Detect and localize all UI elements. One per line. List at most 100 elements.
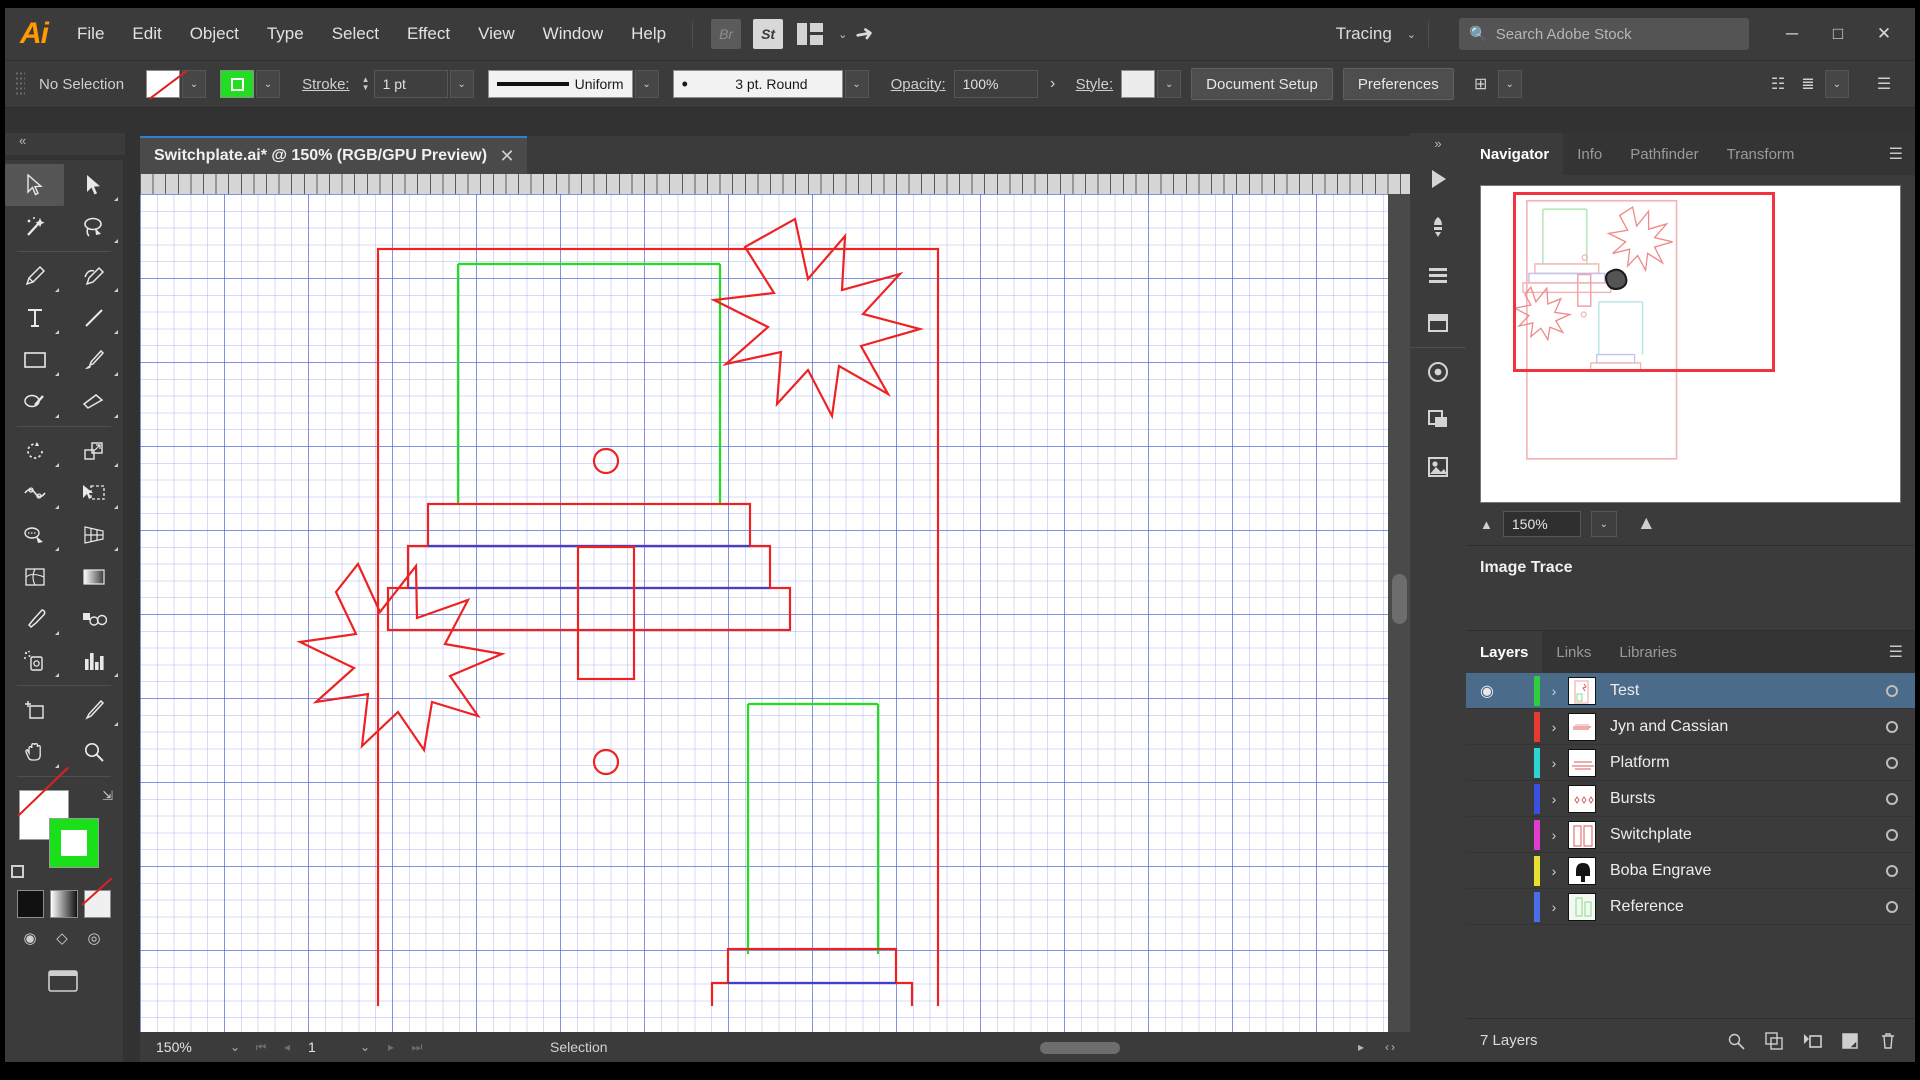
default-fill-stroke-icon[interactable] [11, 865, 24, 878]
stroke-profile-chevron-down-icon[interactable]: ⌄ [634, 70, 659, 98]
zoom-in-icon[interactable]: ▲ [1637, 513, 1656, 535]
panel-options-icon[interactable]: ☰ [1869, 69, 1899, 99]
status-scroll-right-icon[interactable]: ▸ [1348, 1040, 1374, 1054]
navigator-thumbnail[interactable] [1480, 185, 1901, 503]
stroke-weight-chevron-down-icon[interactable]: ⌄ [449, 70, 474, 98]
stroke-color-swatch[interactable] [220, 70, 255, 98]
tab-pathfinder[interactable]: Pathfinder [1616, 133, 1712, 175]
artboard-number-field[interactable]: 1 [300, 1036, 352, 1058]
stroke-green-swatch[interactable] [49, 818, 99, 868]
layer-row-boba-engrave[interactable]: › Boba Engrave [1466, 853, 1915, 889]
search-input[interactable]: 🔍 Search Adobe Stock [1459, 18, 1749, 50]
curvature-tool[interactable] [64, 255, 123, 297]
stroke-profile-select[interactable]: Uniform [487, 70, 633, 98]
layer-target-circle[interactable] [1869, 900, 1915, 913]
tab-links[interactable]: Links [1542, 631, 1605, 673]
direct-selection-tool[interactable] [64, 164, 123, 206]
navigator-zoom-chevron-down-icon[interactable]: ⌄ [1590, 511, 1617, 537]
type-tool[interactable] [5, 297, 64, 339]
blend-tool[interactable] [64, 598, 123, 640]
opacity-more-icon[interactable]: › [1038, 69, 1068, 99]
minimize-button[interactable]: ─ [1769, 14, 1815, 54]
workspace-switcher[interactable]: Tracing ⌄ 🔍 Search Adobe Stock ─ □ ✕ [1328, 14, 1915, 54]
zoom-chevron-down-icon[interactable]: ⌄ [222, 1040, 248, 1054]
opacity-label[interactable]: Opacity: [883, 76, 954, 93]
none-mode-button[interactable] [83, 890, 111, 918]
menu-help[interactable]: Help [617, 8, 680, 60]
pen-tool[interactable] [5, 255, 64, 297]
vertical-scrollbar[interactable] [1388, 194, 1410, 1032]
stroke-weight-stepper[interactable]: ▲ ▼ [358, 70, 374, 98]
menu-type[interactable]: Type [253, 8, 318, 60]
opacity-field[interactable]: 100% [953, 70, 1038, 98]
document-tab[interactable]: Switchplate.ai* @ 150% (RGB/GPU Preview)… [140, 136, 528, 174]
arrange-documents-icon[interactable] [795, 19, 825, 49]
expand-chevron-right-icon[interactable]: › [1540, 719, 1568, 735]
artboard-canvas[interactable] [140, 194, 1388, 1032]
layer-target-circle[interactable] [1869, 720, 1915, 733]
toolbar-collapse[interactable]: « [5, 133, 125, 155]
tab-info[interactable]: Info [1563, 133, 1616, 175]
maximize-button[interactable]: □ [1815, 14, 1861, 54]
expand-chevron-right-icon[interactable]: › [1540, 791, 1568, 807]
prev-artboard-icon[interactable]: ◂ [274, 1040, 300, 1054]
layer-target-circle[interactable] [1869, 828, 1915, 841]
control-bar-grip[interactable] [15, 71, 25, 97]
delete-layer-icon[interactable] [1871, 1024, 1905, 1058]
horizontal-ruler[interactable] [140, 174, 1410, 194]
arrange-chevron-down-icon[interactable]: ⌄ [838, 28, 847, 41]
layer-name[interactable]: Platform [1596, 754, 1869, 772]
layer-name[interactable]: Reference [1596, 898, 1869, 916]
zoom-tool[interactable] [64, 731, 123, 773]
horizontal-scroll-thumb[interactable] [1040, 1042, 1120, 1054]
align-chevron-down-icon[interactable]: ⌄ [1825, 70, 1849, 98]
close-button[interactable]: ✕ [1861, 14, 1907, 54]
magic-wand-tool[interactable] [5, 206, 64, 248]
shape-builder-tool[interactable] [5, 514, 64, 556]
expand-chevron-right-icon[interactable]: › [1540, 683, 1568, 699]
tab-navigator[interactable]: Navigator [1466, 133, 1564, 175]
close-icon[interactable]: ✕ [487, 146, 527, 167]
menu-effect[interactable]: Effect [393, 8, 464, 60]
eyedropper-tool[interactable] [5, 598, 64, 640]
graphic-styles-icon[interactable] [1410, 395, 1466, 443]
align-icon[interactable]: ☷ [1763, 69, 1793, 99]
transform-icon[interactable]: ⊞ [1466, 69, 1496, 99]
rectangle-tool[interactable] [5, 339, 64, 381]
visibility-eye-icon[interactable]: ◉ [1466, 681, 1508, 701]
stroke-label[interactable]: Stroke: [294, 76, 358, 93]
layer-target-circle[interactable] [1869, 684, 1915, 697]
icon-dock-collapse[interactable]: » [1410, 133, 1466, 155]
expand-chevron-right-icon[interactable]: › [1540, 755, 1568, 771]
navigator-zoom-field[interactable]: 150% [1502, 511, 1581, 537]
drawing-mode-inside-icon[interactable]: ◎ [81, 926, 107, 950]
menu-edit[interactable]: Edit [118, 8, 175, 60]
layer-name[interactable]: Jyn and Cassian [1596, 718, 1869, 736]
tab-libraries[interactable]: Libraries [1605, 631, 1691, 673]
expand-chevron-right-icon[interactable]: › [1540, 827, 1568, 843]
tab-layers[interactable]: Layers [1466, 631, 1543, 673]
drawing-mode-behind-icon[interactable]: ◇ [49, 926, 75, 950]
symbol-sprayer-tool[interactable] [5, 640, 64, 682]
stock-button[interactable]: St [753, 19, 784, 49]
first-artboard-icon[interactable]: ⏮ [248, 1040, 274, 1055]
scale-tool[interactable] [64, 430, 123, 472]
width-tool[interactable] [5, 472, 64, 514]
panel-menu-icon[interactable]: ☰ [1877, 133, 1915, 175]
style-chevron-down-icon[interactable]: ⌄ [1157, 70, 1182, 98]
style-label[interactable]: Style: [1068, 76, 1122, 93]
layer-row-reference[interactable]: › Reference [1466, 889, 1915, 925]
artboard-chevron-down-icon[interactable]: ⌄ [352, 1040, 378, 1054]
graphic-style-swatch[interactable] [1121, 70, 1156, 98]
vertical-scroll-thumb[interactable] [1392, 574, 1407, 624]
selection-tool[interactable] [5, 164, 64, 206]
free-transform-tool[interactable] [64, 472, 123, 514]
layer-row-test[interactable]: ◉ › Test [1466, 673, 1915, 709]
expand-chevron-right-icon[interactable]: › [1540, 899, 1568, 915]
change-screen-mode-icon[interactable] [43, 964, 85, 998]
panel-menu-icon[interactable]: ☰ [1877, 631, 1915, 673]
locate-object-icon[interactable] [1719, 1024, 1753, 1058]
gradient-mode-button[interactable] [50, 890, 78, 918]
last-artboard-icon[interactable]: ⏭ [404, 1040, 430, 1055]
menu-object[interactable]: Object [176, 8, 253, 60]
